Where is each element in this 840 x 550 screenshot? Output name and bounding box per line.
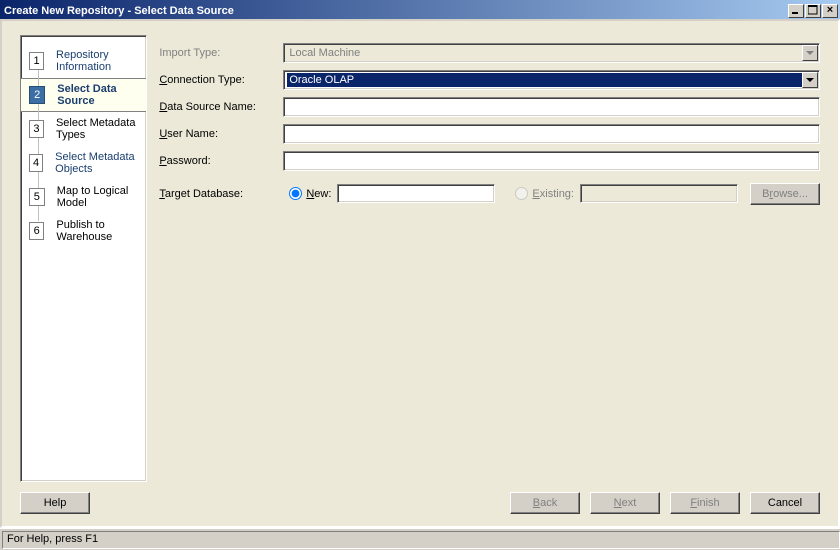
step-publish-to-warehouse[interactable]: 6 Publish to Warehouse	[21, 214, 146, 248]
maximize-icon[interactable]	[805, 4, 821, 18]
minimize-icon[interactable]	[788, 4, 804, 18]
wizard-button-bar: Help Back Next Finish Cancel	[2, 482, 838, 526]
password-input[interactable]	[283, 151, 820, 171]
step-number: 1	[29, 52, 44, 70]
next-button: Next	[590, 492, 660, 514]
import-type-value: Local Machine	[287, 46, 802, 60]
status-bar: For Help, press F1	[0, 528, 840, 550]
connection-type-select[interactable]: Oracle OLAP	[283, 70, 820, 90]
back-button: Back	[510, 492, 580, 514]
dialog-body: 1 Repository Information 2 Select Data S…	[0, 19, 840, 528]
import-type-select: Local Machine	[283, 43, 820, 63]
step-select-data-source[interactable]: 2 Select Data Source	[21, 78, 146, 112]
window-title: Create New Repository - Select Data Sour…	[4, 5, 234, 17]
form-panel: Import Type: Local Machine Connection Ty…	[159, 35, 820, 482]
wizard-steps-sidebar: 1 Repository Information 2 Select Data S…	[20, 35, 147, 482]
help-button[interactable]: Help	[20, 492, 90, 514]
connection-type-label: Connection Type:	[159, 74, 283, 86]
chevron-down-icon	[802, 45, 818, 61]
finish-button: Finish	[670, 492, 740, 514]
import-type-label: Import Type:	[159, 47, 283, 59]
titlebar: Create New Repository - Select Data Sour…	[0, 0, 840, 19]
step-label: Map to Logical Model	[57, 185, 147, 209]
data-source-name-input[interactable]	[283, 97, 820, 117]
step-label: Repository Information	[56, 49, 146, 73]
step-repository-information[interactable]: 1 Repository Information	[21, 44, 146, 78]
step-label: Select Metadata Types	[56, 117, 146, 141]
step-number: 6	[29, 222, 44, 240]
user-name-label: User Name:	[159, 128, 283, 140]
target-existing-input	[580, 184, 738, 203]
step-number: 3	[29, 120, 44, 138]
step-label: Select Data Source	[57, 83, 146, 107]
chevron-down-icon[interactable]	[802, 72, 818, 88]
step-select-metadata-types[interactable]: 3 Select Metadata Types	[21, 112, 146, 146]
radio-input[interactable]	[289, 187, 302, 200]
data-source-name-label: Data Source Name:	[159, 101, 283, 113]
close-icon[interactable]: ×	[822, 4, 838, 18]
step-label: Publish to Warehouse	[56, 219, 146, 243]
status-text: For Help, press F1	[2, 531, 840, 549]
step-map-to-logical-model[interactable]: 5 Map to Logical Model	[21, 180, 146, 214]
cancel-button[interactable]: Cancel	[750, 492, 820, 514]
target-new-input[interactable]	[337, 184, 495, 203]
radio-input	[515, 187, 528, 200]
browse-button: Browse...	[750, 183, 820, 205]
step-number: 4	[29, 154, 43, 172]
user-name-input[interactable]	[283, 124, 820, 144]
step-label: Select Metadata Objects	[55, 151, 146, 175]
target-new-radio[interactable]: New:	[289, 187, 331, 200]
step-number: 2	[29, 86, 45, 104]
step-select-metadata-objects[interactable]: 4 Select Metadata Objects	[21, 146, 146, 180]
connection-type-value: Oracle OLAP	[287, 73, 802, 87]
password-label: Password:	[159, 155, 283, 167]
target-database-label: Target Database:	[159, 188, 283, 200]
step-number: 5	[29, 188, 45, 206]
target-existing-radio: Existing:	[515, 187, 574, 200]
